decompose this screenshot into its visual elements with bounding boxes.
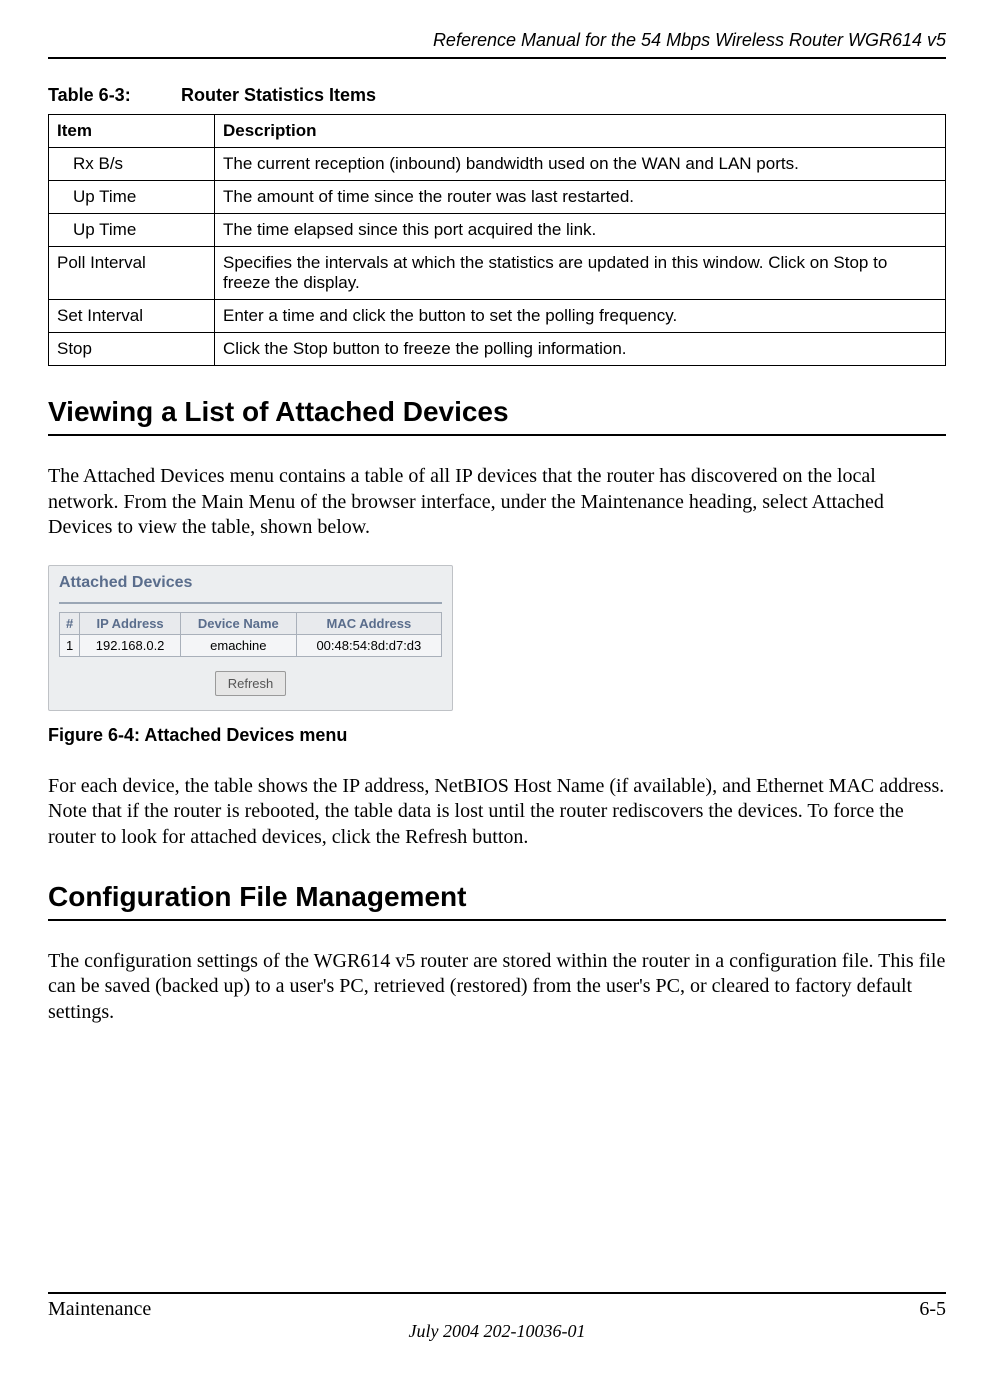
table-item: Stop	[49, 333, 215, 366]
devices-header-ip: IP Address	[80, 612, 181, 634]
table-item: Rx B/s	[57, 154, 123, 174]
router-statistics-table: Item Description Rx B/s The current rece…	[48, 114, 946, 366]
table-row: Stop Click the Stop button to freeze the…	[49, 333, 946, 366]
page-footer: Maintenance 6-5 July 2004 202-10036-01	[48, 1292, 946, 1342]
section-body: For each device, the table shows the IP …	[48, 774, 946, 851]
table-row: Poll Interval Specifies the intervals at…	[49, 247, 946, 300]
table-desc: Specifies the intervals at which the sta…	[215, 247, 946, 300]
section-body: The configuration settings of the WGR614…	[48, 949, 946, 1026]
table-row: Set Interval Enter a time and click the …	[49, 300, 946, 333]
table-caption-label: Table 6-3:	[48, 85, 176, 106]
section-body: The Attached Devices menu contains a tab…	[48, 464, 946, 541]
attached-devices-table: # IP Address Device Name MAC Address 1 1…	[59, 612, 442, 657]
table-row: 1 192.168.0.2 emachine 00:48:54:8d:d7:d3	[60, 634, 442, 656]
devices-cell-ip: 192.168.0.2	[80, 634, 181, 656]
table-row: Rx B/s The current reception (inbound) b…	[49, 148, 946, 181]
table-item: Set Interval	[49, 300, 215, 333]
table-item: Up Time	[57, 187, 136, 207]
table-desc: Click the Stop button to freeze the poll…	[215, 333, 946, 366]
devices-header-name: Device Name	[180, 612, 296, 634]
figure-title: Attached Devices	[59, 574, 442, 592]
table-header-item: Item	[49, 115, 215, 148]
refresh-button[interactable]: Refresh	[215, 671, 287, 696]
devices-cell-mac: 00:48:54:8d:d7:d3	[296, 634, 441, 656]
running-header: Reference Manual for the 54 Mbps Wireles…	[48, 30, 946, 59]
table-desc: The current reception (inbound) bandwidt…	[215, 148, 946, 181]
table-caption-title: Router Statistics Items	[181, 85, 376, 105]
table-caption: Table 6-3: Router Statistics Items	[48, 85, 946, 106]
table-desc: The amount of time since the router was …	[215, 181, 946, 214]
table-item: Poll Interval	[49, 247, 215, 300]
devices-header-num: #	[60, 612, 80, 634]
section-heading-attached-devices: Viewing a List of Attached Devices	[48, 396, 946, 436]
footer-rule	[48, 1292, 946, 1294]
table-row: Up Time The amount of time since the rou…	[49, 181, 946, 214]
figure-divider	[59, 602, 442, 604]
table-header-description: Description	[215, 115, 946, 148]
footer-left: Maintenance	[48, 1298, 151, 1321]
table-desc: Enter a time and click the button to set…	[215, 300, 946, 333]
devices-cell-name: emachine	[180, 634, 296, 656]
devices-cell-num: 1	[60, 634, 80, 656]
table-row: Up Time The time elapsed since this port…	[49, 214, 946, 247]
devices-header-mac: MAC Address	[296, 612, 441, 634]
table-desc: The time elapsed since this port acquire…	[215, 214, 946, 247]
footer-right: 6-5	[919, 1298, 946, 1321]
section-heading-config-file: Configuration File Management	[48, 881, 946, 921]
figure-caption: Figure 6-4: Attached Devices menu	[48, 725, 946, 746]
table-item: Up Time	[57, 220, 136, 240]
attached-devices-figure: Attached Devices # IP Address Device Nam…	[48, 565, 453, 711]
footer-center: July 2004 202-10036-01	[48, 1321, 946, 1342]
